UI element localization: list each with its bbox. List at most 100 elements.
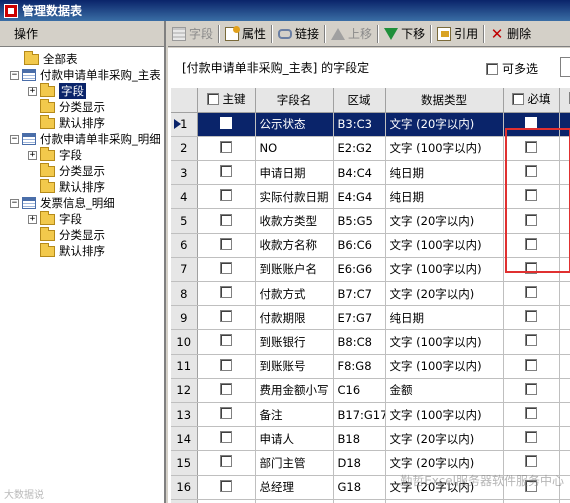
required-checkbox[interactable] (525, 358, 537, 371)
required-checkbox[interactable] (525, 382, 537, 395)
required-cell[interactable] (503, 160, 560, 186)
data-type-cell[interactable]: 文字 (100字以内) (385, 402, 504, 428)
primary-key-checkbox[interactable] (220, 213, 232, 226)
extra-cell[interactable] (559, 160, 570, 186)
range-cell[interactable]: D18 (333, 450, 386, 476)
data-type-cell[interactable]: 文字 (20字以内) (385, 208, 504, 234)
range-cell[interactable]: G18 (333, 475, 386, 500)
table-row[interactable]: 13 备注 B17:G17 文字 (100字以内) (171, 402, 570, 428)
required-cell[interactable] (503, 257, 560, 283)
data-type-cell[interactable]: 文字 (100字以内) (385, 233, 504, 258)
extra-cell[interactable] (559, 281, 570, 307)
table-row[interactable]: 1 公示状态 B3:C3 文字 (20字以内) (171, 112, 570, 137)
table-row[interactable]: 7 到账账户名 E6:G6 文字 (100字以内) (171, 257, 570, 283)
data-type-cell[interactable]: 文字 (20字以内) (385, 499, 504, 503)
required-checkbox[interactable] (525, 286, 537, 299)
row-number[interactable]: 5 (171, 208, 198, 234)
required-cell[interactable] (503, 378, 560, 403)
collapse-toggle-icon[interactable]: − (10, 134, 19, 144)
required-cell[interactable] (503, 329, 560, 355)
range-cell[interactable]: B6:C6 (333, 233, 386, 258)
table-row[interactable]: 17 财务B19文字 (20字以内) (171, 499, 570, 503)
primary-key-cell[interactable] (197, 426, 256, 452)
data-type-cell[interactable]: 文字 (20字以内) (385, 426, 504, 452)
extra-cell[interactable] (559, 112, 570, 137)
required-checkbox[interactable] (525, 189, 537, 202)
field-name-cell[interactable]: 到账账户名 (255, 257, 334, 283)
move-down-button[interactable]: 下移 (380, 23, 429, 45)
field-name-cell[interactable]: 备注 (255, 402, 334, 428)
primary-key-checkbox[interactable] (220, 479, 232, 492)
field-name-cell[interactable]: 公示状态 (255, 112, 334, 137)
primary-key-cell[interactable] (197, 184, 256, 210)
primary-key-checkbox[interactable] (220, 407, 232, 420)
row-number[interactable]: 7 (171, 257, 198, 283)
data-type-cell[interactable]: 纯日期 (385, 305, 504, 331)
tree-node[interactable]: 默认排序 (0, 242, 164, 259)
row-number[interactable]: 15 (171, 450, 198, 476)
table-row[interactable]: 2 NO E2:G2 文字 (100字以内) (171, 136, 570, 162)
required-checkbox[interactable] (525, 165, 537, 178)
primary-key-checkbox[interactable] (220, 286, 232, 299)
primary-key-header[interactable]: 主键 (197, 88, 256, 113)
range-header[interactable]: 区域 (333, 88, 386, 113)
row-number[interactable]: 12 (171, 378, 198, 403)
primary-key-cell[interactable] (197, 160, 256, 186)
primary-key-header-checkbox[interactable] (206, 93, 219, 106)
expand-toggle-icon[interactable]: + (28, 150, 37, 160)
delete-button[interactable]: ✕ 删除 (486, 23, 535, 45)
field-button[interactable]: 字段 (168, 23, 217, 45)
required-checkbox[interactable] (525, 455, 537, 468)
required-cell[interactable] (503, 354, 560, 379)
table-row[interactable]: 14 申请人 B18 文字 (20字以内) (171, 426, 570, 452)
data-type-cell[interactable]: 文字 (100字以内) (385, 136, 504, 162)
required-checkbox[interactable] (525, 334, 537, 347)
required-checkbox[interactable] (525, 140, 537, 153)
primary-key-cell[interactable] (197, 208, 256, 234)
clipped-control[interactable] (560, 57, 570, 77)
move-up-button[interactable]: 上移 (327, 23, 376, 45)
primary-key-checkbox[interactable] (220, 261, 232, 274)
extra-cell[interactable] (559, 499, 570, 503)
tree-node[interactable]: 默认排序 (0, 114, 164, 131)
row-number[interactable]: 3 (171, 160, 198, 186)
range-cell[interactable]: E6:G6 (333, 257, 386, 283)
primary-key-checkbox[interactable] (220, 237, 232, 250)
required-cell[interactable] (503, 184, 560, 210)
required-cell[interactable] (503, 112, 560, 137)
row-number[interactable]: 11 (171, 354, 198, 379)
row-number[interactable]: 14 (171, 426, 198, 452)
data-type-cell[interactable]: 纯日期 (385, 160, 504, 186)
primary-key-cell[interactable] (197, 450, 256, 476)
primary-key-cell[interactable] (197, 281, 256, 307)
primary-key-cell[interactable] (197, 305, 256, 331)
range-cell[interactable]: E2:G2 (333, 136, 386, 162)
tree-node[interactable]: + 字段 (0, 146, 164, 163)
expand-toggle-icon[interactable]: + (28, 86, 37, 96)
primary-key-cell[interactable] (197, 378, 256, 403)
field-name-cell[interactable]: 到账账号 (255, 354, 334, 379)
table-row[interactable]: 10 到账银行 B8:C8 文字 (100字以内) (171, 329, 570, 355)
extra-cell[interactable] (559, 426, 570, 452)
range-cell[interactable]: B19 (333, 499, 386, 503)
field-name-cell[interactable]: 申请日期 (255, 160, 334, 186)
extra-cell[interactable] (559, 329, 570, 355)
row-number[interactable]: 16 (171, 475, 198, 500)
required-checkbox[interactable] (525, 213, 537, 226)
extra-cell[interactable] (559, 354, 570, 379)
range-cell[interactable]: C16 (333, 378, 386, 403)
primary-key-cell[interactable] (197, 475, 256, 500)
row-number[interactable]: 1 (171, 112, 198, 137)
tree-node[interactable]: − 付款申请单非采购_主表 (0, 67, 164, 83)
field-name-cell[interactable]: 收款方类型 (255, 208, 334, 234)
extra-cell[interactable] (559, 378, 570, 403)
data-type-header[interactable]: 数据类型 (385, 88, 504, 113)
primary-key-cell[interactable] (197, 257, 256, 283)
row-number[interactable]: 17 (171, 499, 198, 503)
table-row[interactable]: 3 申请日期 B4:C4 纯日期 (171, 160, 570, 186)
link-button[interactable]: 链接 (274, 23, 323, 45)
required-checkbox[interactable] (525, 237, 537, 250)
data-type-cell[interactable]: 文字 (100字以内) (385, 257, 504, 283)
tree-node[interactable]: 全部表 (0, 50, 164, 67)
extra-cell[interactable] (559, 402, 570, 428)
